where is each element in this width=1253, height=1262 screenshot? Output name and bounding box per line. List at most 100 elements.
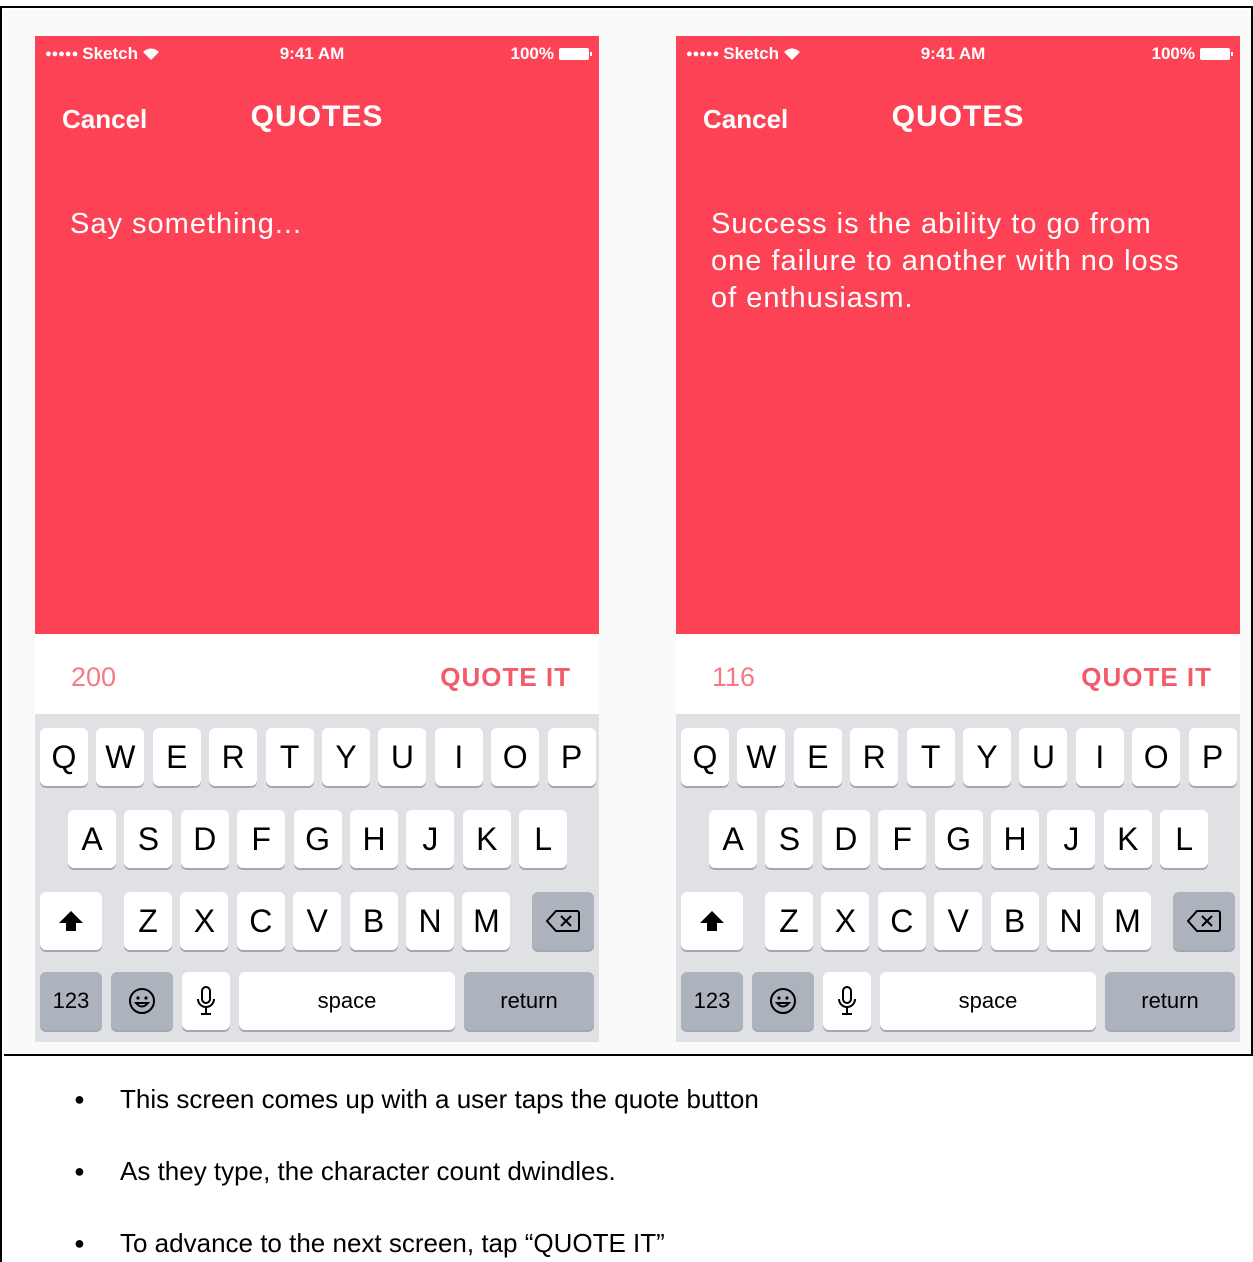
key-t[interactable]: T [906,728,955,786]
key-c[interactable]: C [877,892,926,950]
delete-key[interactable] [1173,892,1235,950]
compose-area: ●●●●● Sketch 9:41 AM 100% Cancel QUOTES … [35,36,599,634]
return-key[interactable]: return [464,972,594,1030]
key-n[interactable]: N [406,892,454,950]
key-w[interactable]: W [96,728,145,786]
key-w[interactable]: W [737,728,786,786]
dictation-key[interactable] [182,972,230,1030]
battery-icon [1200,48,1233,60]
key-b[interactable]: B [990,892,1039,950]
delete-icon [1187,909,1221,933]
key-p[interactable]: P [547,728,596,786]
key-o[interactable]: O [1132,728,1181,786]
keyboard: Q W E R T Y U I O P A S D F G H J K L Z X C V B N M 123 space return [676,714,1240,1042]
key-z[interactable]: Z [124,892,172,950]
key-g[interactable]: G [934,810,983,868]
note-item: ● This screen comes up with a user taps t… [74,1084,759,1115]
key-j[interactable]: J [1047,810,1096,868]
key-g[interactable]: G [293,810,342,868]
key-h[interactable]: H [991,810,1039,868]
key-v[interactable]: V [293,892,342,950]
key-m[interactable]: M [462,892,511,950]
key-s[interactable]: S [765,810,814,868]
emoji-key[interactable] [752,972,814,1030]
key-r[interactable]: R [850,728,899,786]
key-y[interactable]: Y [963,728,1011,786]
key-v[interactable]: V [934,892,983,950]
key-s[interactable]: S [124,810,173,868]
quote-input[interactable]: Success is the ability to go from one fa… [711,206,1211,317]
key-k[interactable]: K [462,810,511,868]
key-c[interactable]: C [236,892,285,950]
compose-area: ●●●●● Sketch 9:41 AM 100% Cancel QUOTES … [676,36,1240,634]
key-p[interactable]: P [1188,728,1237,786]
key-h[interactable]: H [350,810,398,868]
key-l[interactable]: L [1160,810,1209,868]
key-m[interactable]: M [1103,892,1152,950]
key-t[interactable]: T [265,728,314,786]
quote-it-button[interactable]: QUOTE IT [440,662,571,693]
key-n[interactable]: N [1047,892,1095,950]
key-i[interactable]: I [434,728,483,786]
quote-it-button[interactable]: QUOTE IT [1081,662,1212,693]
key-x[interactable]: X [180,892,229,950]
character-count: 200 [71,662,117,692]
compose-toolbar: 116 QUOTE IT [676,634,1240,714]
emoji-key[interactable] [111,972,173,1030]
key-y[interactable]: Y [322,728,370,786]
dictation-key[interactable] [823,972,871,1030]
shift-icon [58,910,84,932]
battery-percent: 100% [510,44,554,63]
note-text: As they type, the character count dwindl… [120,1156,616,1186]
return-key[interactable]: return [1105,972,1235,1030]
character-count: 116 [712,662,756,692]
key-u[interactable]: U [378,728,427,786]
key-z[interactable]: Z [765,892,813,950]
key-j[interactable]: J [406,810,455,868]
note-item: ● To advance to the next screen, tap “QUO… [74,1228,665,1259]
phone-screen-typed: ●●●●● Sketch 9:41 AM 100% Cancel QUOTES … [676,36,1240,1042]
battery-icon [559,48,592,60]
delete-icon [546,909,580,933]
document-frame: ●●●●● Sketch 9:41 AM 100% Cancel QUOTES … [0,6,1253,1262]
key-e[interactable]: E [793,728,842,786]
key-i[interactable]: I [1075,728,1124,786]
shift-key[interactable] [40,892,102,950]
space-key[interactable]: space [880,972,1096,1030]
key-b[interactable]: B [349,892,398,950]
status-bar: ●●●●● Sketch 9:41 AM 100% [676,44,1240,66]
key-a[interactable]: A [709,810,757,868]
nav-title: QUOTES [250,100,384,133]
numbers-key[interactable]: 123 [681,972,743,1030]
key-r[interactable]: R [209,728,258,786]
note-text: This screen comes up with a user taps th… [120,1084,759,1114]
key-d[interactable]: D [821,810,870,868]
key-u[interactable]: U [1019,728,1068,786]
key-q[interactable]: Q [681,728,729,786]
delete-key[interactable] [532,892,594,950]
key-e[interactable]: E [152,728,201,786]
battery-status: 100% [510,44,592,64]
battery-status: 100% [1151,44,1233,64]
key-o[interactable]: O [491,728,540,786]
space-key[interactable]: space [239,972,455,1030]
quote-input[interactable]: Say something... [70,206,570,243]
compose-toolbar: 200 QUOTE IT [35,634,599,714]
key-f[interactable]: F [237,810,286,868]
battery-percent: 100% [1151,44,1195,63]
phone-screen-empty: ●●●●● Sketch 9:41 AM 100% Cancel QUOTES … [35,36,599,1042]
emoji-icon [127,986,157,1016]
key-x[interactable]: X [821,892,870,950]
note-text: To advance to the next screen, tap “QUOT… [120,1228,665,1258]
numbers-key[interactable]: 123 [40,972,102,1030]
key-l[interactable]: L [519,810,568,868]
nav-title: QUOTES [891,100,1025,133]
mockup-section: ●●●●● Sketch 9:41 AM 100% Cancel QUOTES … [4,10,1253,1056]
status-bar: ●●●●● Sketch 9:41 AM 100% [35,44,599,66]
key-q[interactable]: Q [40,728,88,786]
key-f[interactable]: F [878,810,927,868]
key-a[interactable]: A [68,810,116,868]
key-k[interactable]: K [1103,810,1152,868]
shift-key[interactable] [681,892,743,950]
key-d[interactable]: D [180,810,229,868]
